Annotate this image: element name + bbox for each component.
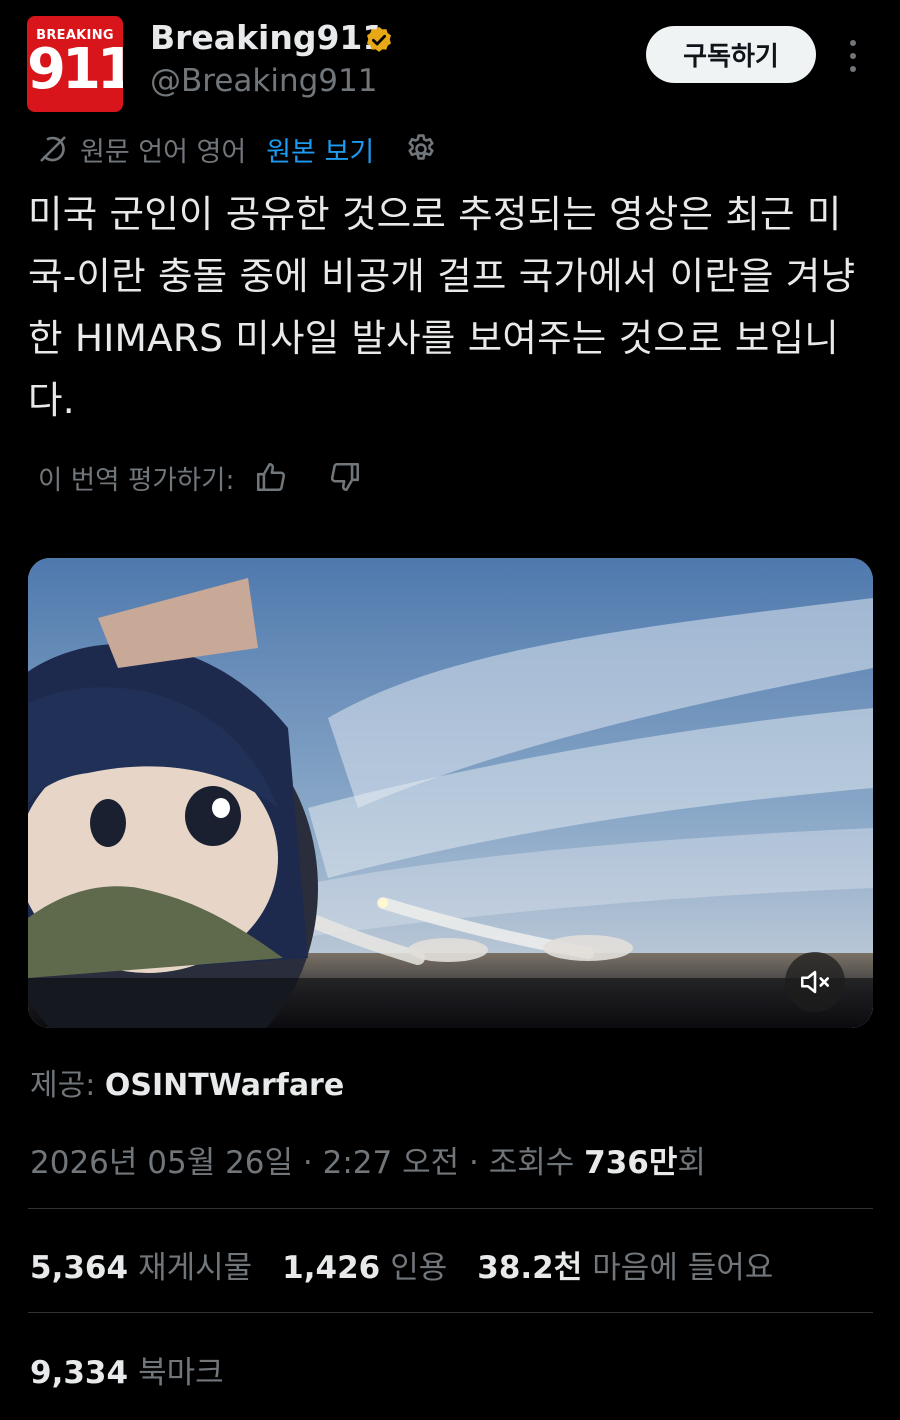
likes-stat[interactable]: 38.2천 마음에 들어요 <box>477 1242 773 1287</box>
translate-icon <box>40 136 66 162</box>
bookmarks-stat[interactable]: 9,334 북마크 <box>30 1347 224 1392</box>
views-count: 736만 <box>584 1145 678 1181</box>
translation-bar: 원문 언어 영어 원본 보기 <box>38 130 438 168</box>
video-frame <box>28 558 873 1028</box>
rate-translation-label: 이 번역 평가하기: <box>38 464 235 496</box>
tweet-meta: 2026년 05월 26일 · 2:27 오전 · 조회수 736만회 <box>30 1145 706 1181</box>
thumbs-down-icon[interactable] <box>328 460 362 494</box>
tweet-text: 미국 군인이 공유한 것으로 추정되는 영상은 최근 미국-이란 충돌 중에 비… <box>28 192 856 422</box>
credit-source-link[interactable]: OSINTWarfare <box>105 1068 344 1103</box>
reposts-count: 5,364 <box>30 1250 129 1286</box>
likes-count: 38.2천 <box>477 1250 583 1286</box>
view-original-link[interactable]: 원본 보기 <box>266 130 374 169</box>
reposts-label: 재게시물 <box>138 1250 253 1286</box>
video-player[interactable] <box>28 558 873 1028</box>
reposts-stat[interactable]: 5,364 재게시물 <box>30 1242 252 1287</box>
engagement-stats: 5,364 재게시물 1,426 인용 38.2천 마음에 들어요 <box>30 1242 803 1287</box>
post-time[interactable]: 2:27 오전 <box>323 1145 460 1181</box>
gear-icon[interactable] <box>404 132 438 166</box>
credit-prefix: 제공: <box>30 1068 96 1103</box>
subscribe-button[interactable]: 구독하기 <box>646 26 816 83</box>
divider <box>28 1312 873 1313</box>
likes-label: 마음에 들어요 <box>592 1250 774 1286</box>
rate-translation: 이 번역 평가하기: <box>38 455 362 499</box>
post-date[interactable]: 2026년 05월 26일 <box>30 1145 293 1181</box>
bookmarks-label: 북마크 <box>138 1355 224 1391</box>
quotes-label: 인용 <box>390 1250 448 1286</box>
source-language-label: 원문 언어 영어 <box>80 136 247 168</box>
mute-button[interactable] <box>785 952 845 1012</box>
more-options-icon[interactable] <box>842 36 864 76</box>
quotes-stat[interactable]: 1,426 인용 <box>282 1242 447 1287</box>
display-name[interactable]: Breaking911 <box>150 18 385 57</box>
profile-avatar[interactable]: BREAKING 911 <box>27 16 123 112</box>
logo-main-text: 911 <box>27 37 123 102</box>
quotes-count: 1,426 <box>282 1250 381 1286</box>
verified-badge-icon <box>367 26 391 52</box>
divider <box>28 1208 873 1209</box>
views-suffix: 회 <box>677 1145 706 1181</box>
muted-speaker-icon <box>800 970 830 994</box>
thumbs-up-icon[interactable] <box>254 460 288 494</box>
bookmarks-count: 9,334 <box>30 1355 129 1391</box>
media-credit: 제공: OSINTWarfare <box>30 1060 344 1104</box>
views-label: 조회수 <box>488 1145 575 1181</box>
user-handle[interactable]: @Breaking911 <box>150 63 377 99</box>
